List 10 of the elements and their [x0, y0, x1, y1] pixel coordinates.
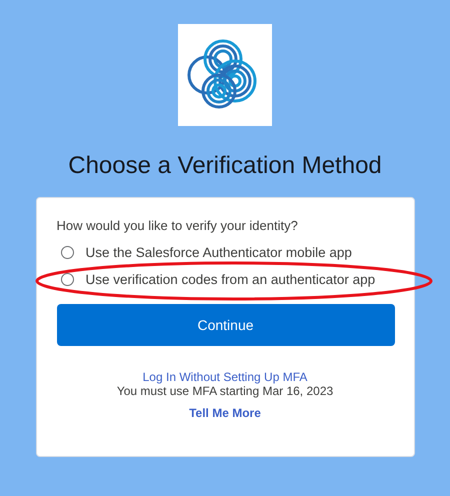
option-label[interactable]: Use the Salesforce Authenticator mobile app — [86, 245, 352, 260]
question-text: How would you like to verify your identity? — [56, 218, 299, 233]
notice-text: You must use MFA starting Mar 16, 2023 — [116, 384, 334, 398]
more-link[interactable]: Tell Me More — [189, 406, 261, 420]
continue-button[interactable]: Continue — [56, 304, 394, 346]
radio-button[interactable] — [60, 273, 74, 286]
logo-icon — [178, 24, 272, 126]
page-title: Choose a Verification Method — [68, 152, 382, 180]
skip-link[interactable]: Log In Without Setting Up MFA — [142, 370, 308, 384]
radio-button[interactable] — [60, 246, 74, 259]
